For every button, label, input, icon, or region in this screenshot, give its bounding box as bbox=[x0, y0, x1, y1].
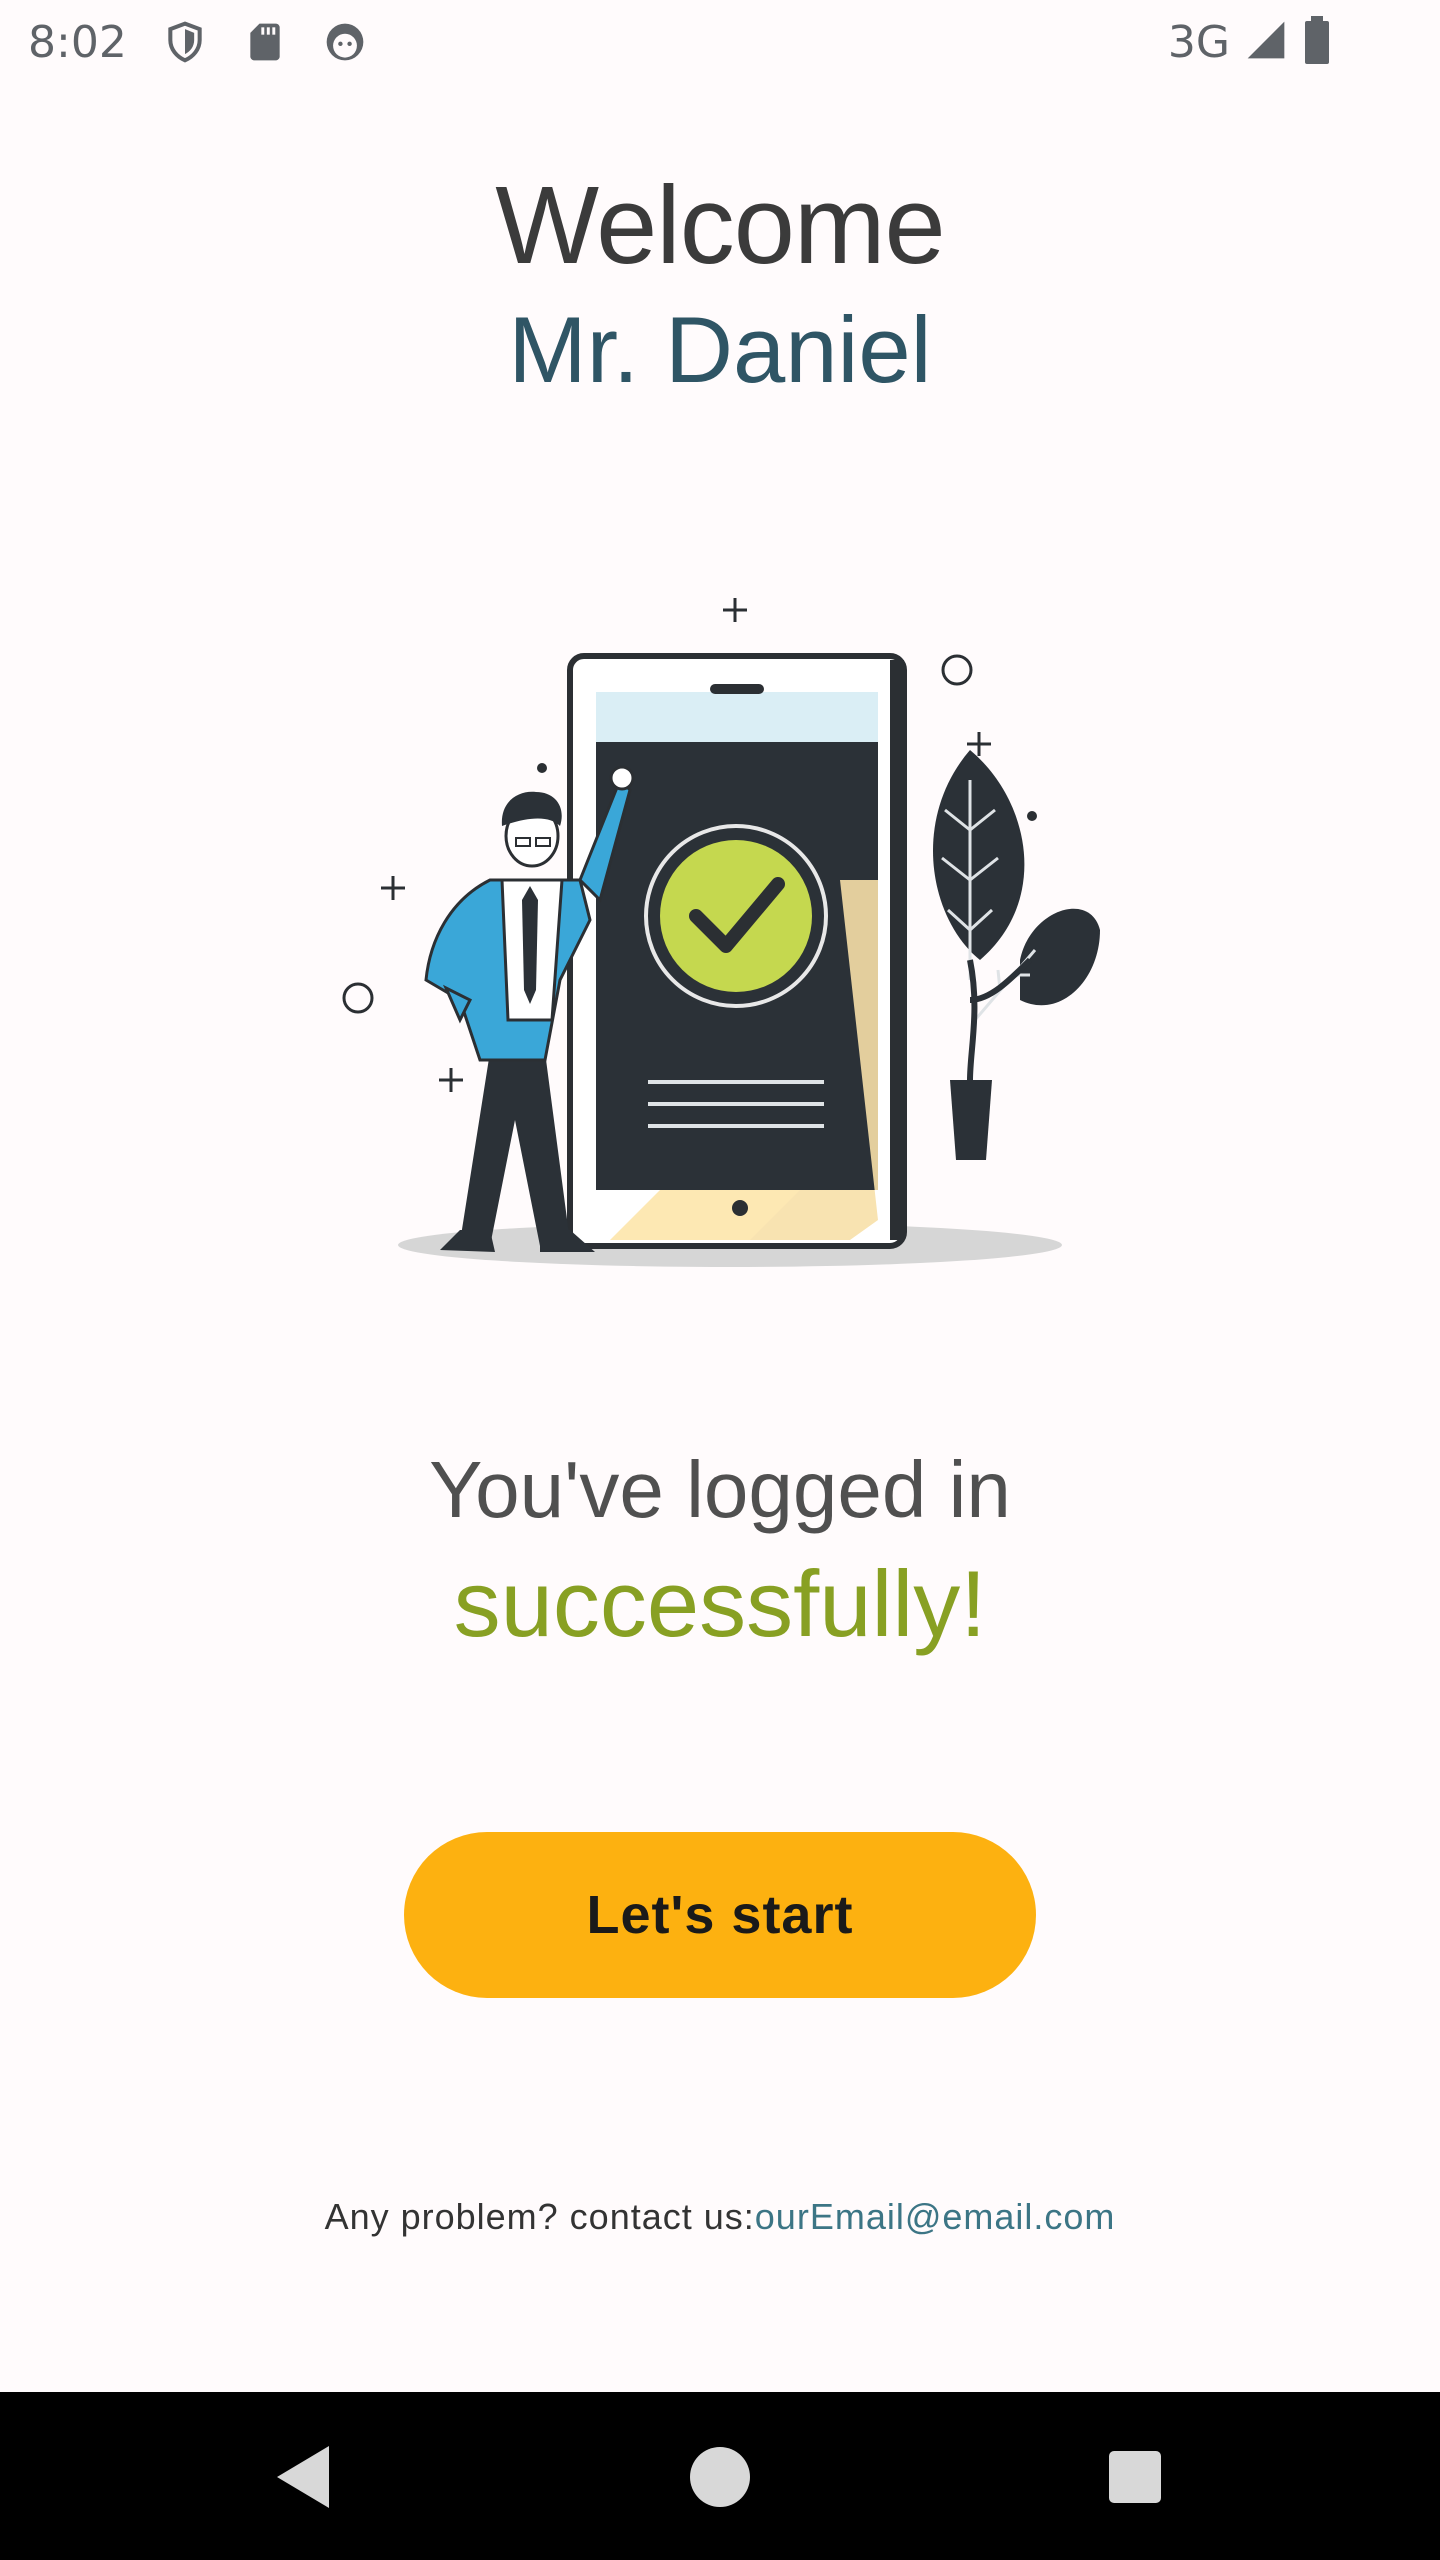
recent-apps-icon[interactable] bbox=[1090, 2432, 1180, 2522]
network-type: 3G bbox=[1167, 16, 1230, 68]
login-success-screen: 8:02 3G Welcome Mr. Daniel You've logged… bbox=[0, 0, 1440, 2560]
welcome-title: Welcome bbox=[495, 164, 945, 287]
android-face-icon bbox=[323, 20, 367, 64]
status-right: 3G bbox=[1167, 15, 1332, 69]
contact-email-link[interactable]: ourEmail@email.com bbox=[755, 2196, 1116, 2237]
signal-icon bbox=[1244, 18, 1288, 67]
success-message-line1: You've logged in bbox=[429, 1445, 1011, 1534]
contact-info: Any problem? contact us:ourEmail@email.c… bbox=[0, 2196, 1440, 2238]
sd-card-icon bbox=[243, 20, 287, 64]
success-illustration bbox=[330, 580, 1110, 1280]
user-name: Mr. Daniel bbox=[508, 297, 932, 402]
start-button-label: Let's start bbox=[586, 1885, 854, 1945]
home-icon[interactable] bbox=[675, 2432, 765, 2522]
contact-prefix: Any problem? contact us: bbox=[324, 2196, 755, 2237]
status-time: 8:02 bbox=[28, 16, 127, 68]
battery-icon bbox=[1302, 15, 1332, 69]
system-nav-bar bbox=[0, 2392, 1440, 2560]
success-message-line2: successfully! bbox=[453, 1551, 987, 1656]
start-button[interactable]: Let's start bbox=[404, 1832, 1036, 1998]
shield-icon bbox=[163, 20, 207, 64]
back-icon[interactable] bbox=[260, 2432, 350, 2522]
status-bar: 8:02 3G bbox=[0, 0, 1440, 84]
